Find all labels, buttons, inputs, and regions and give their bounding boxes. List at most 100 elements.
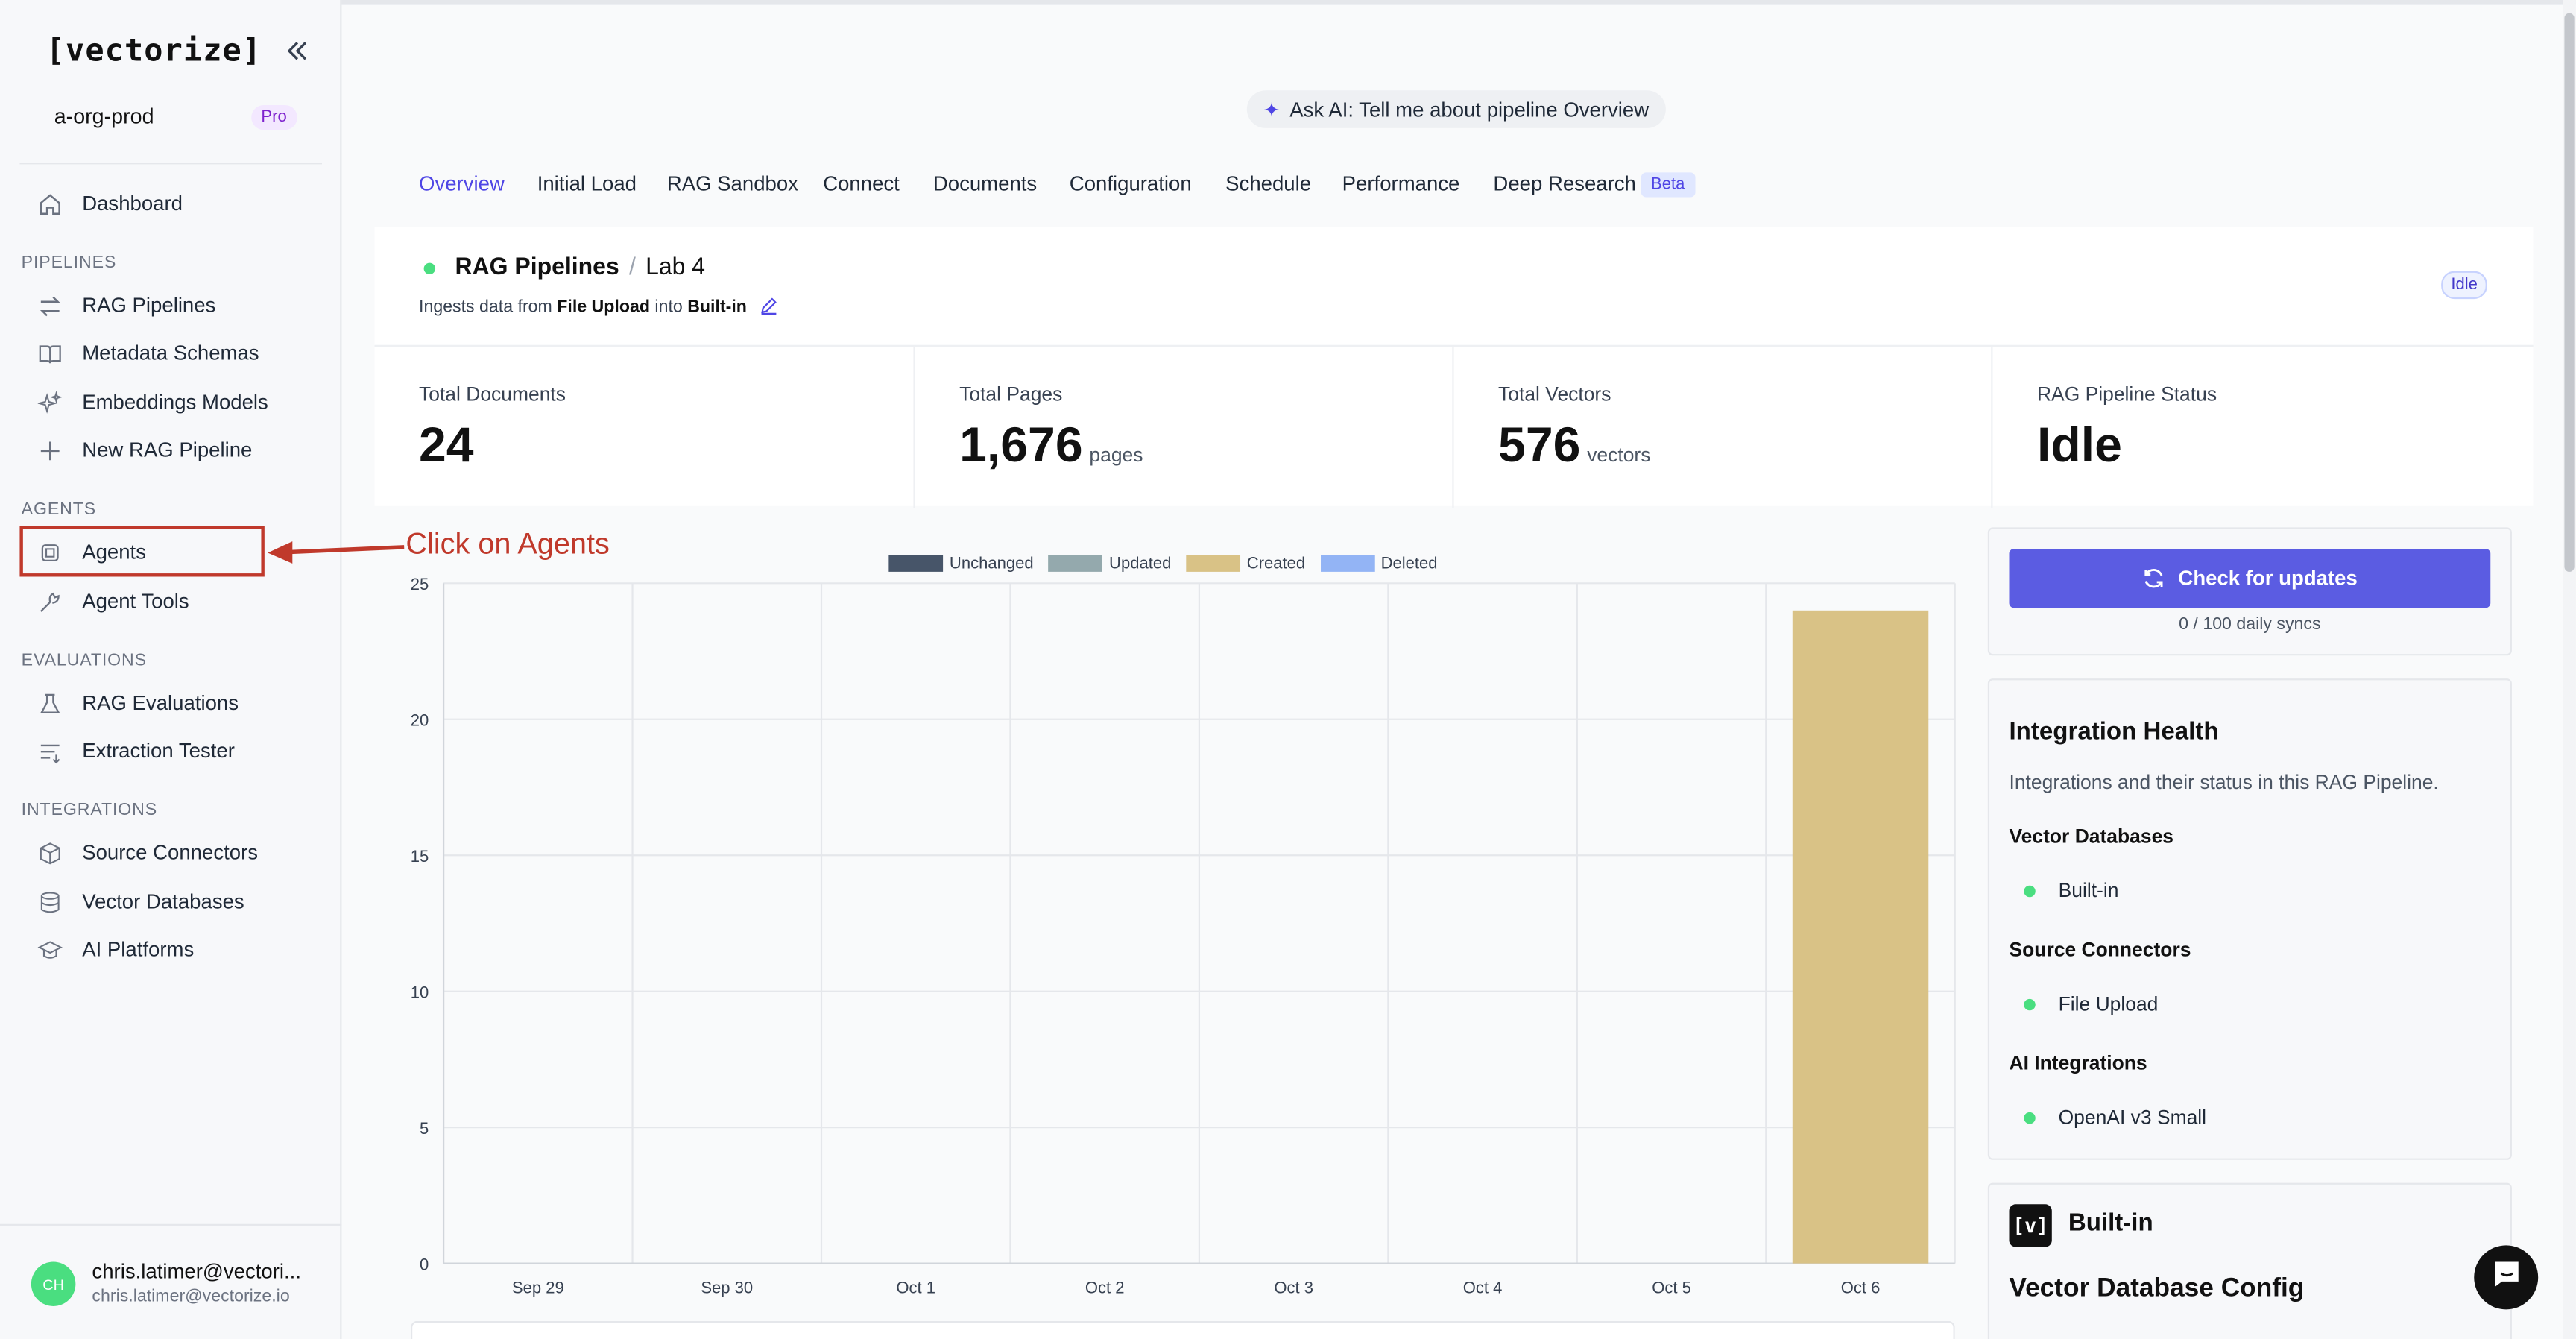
group-heading-ai-integrations: AI Integrations — [2009, 1051, 2147, 1075]
graduation-cap-icon — [36, 936, 62, 962]
integration-health-panel — [1987, 678, 2512, 1160]
next-card-edge — [411, 1320, 1955, 1339]
breadcrumb: RAG Pipelines / Lab 4 — [455, 255, 706, 281]
y-tick-label: 20 — [411, 711, 429, 730]
plan-badge: Pro — [251, 105, 297, 130]
scrollbar-thumb[interactable] — [2564, 13, 2575, 572]
breadcrumb-separator: / — [628, 254, 636, 281]
sidebar-item-extraction-tester[interactable]: Extraction Tester — [19, 728, 322, 774]
sidebar-item-agent-tools[interactable]: Agent Tools — [19, 579, 322, 625]
sidebar-item-dashboard[interactable]: Dashboard — [19, 180, 322, 227]
sparkle-icon: ✦ — [1263, 98, 1281, 121]
integration-item-openai: OpenAI v3 Small — [2024, 1106, 2206, 1129]
tab-initial-load[interactable]: Initial Load — [537, 172, 637, 195]
tab-deep-research[interactable]: Deep Research — [1493, 172, 1635, 195]
collapse-sidebar-icon[interactable] — [282, 36, 312, 66]
builtin-title: Built-in — [2068, 1209, 2153, 1238]
check-for-updates-label: Check for updates — [2178, 567, 2358, 590]
sidebar-item-label: Vector Databases — [82, 890, 244, 914]
x-tick-label: Oct 6 — [1841, 1278, 1881, 1297]
integration-item-label: Built-in — [2058, 878, 2119, 902]
ask-ai-button[interactable]: ✦ Ask AI: Tell me about pipeline Overvie… — [1246, 90, 1666, 128]
home-icon — [36, 191, 62, 217]
database-icon — [36, 889, 62, 915]
ingests-source: File Upload — [557, 297, 650, 318]
ingests-mid: into — [654, 297, 683, 318]
sidebar-item-label: Metadata Schemas — [82, 341, 259, 365]
chat-support-button[interactable] — [2474, 1245, 2539, 1310]
y-tick-label: 25 — [411, 575, 429, 593]
x-tick-label: Sep 30 — [701, 1278, 753, 1297]
sidebar-item-label: AI Platforms — [82, 938, 195, 962]
stat-unit: vectors — [1587, 443, 1651, 467]
tab-documents[interactable]: Documents — [933, 172, 1037, 195]
x-tick-label: Oct 3 — [1274, 1278, 1313, 1297]
refresh-icon — [2142, 567, 2165, 590]
x-tick-label: Oct 5 — [1652, 1278, 1691, 1297]
chat-icon — [2490, 1257, 2522, 1298]
stat-number: 576 — [1498, 418, 1581, 473]
sidebar-item-metadata-schemas[interactable]: Metadata Schemas — [19, 330, 322, 377]
check-for-updates-button[interactable]: Check for updates — [2009, 549, 2491, 608]
section-integrations: INTEGRATIONS — [21, 800, 158, 820]
annotation-text: Click on Agents — [405, 527, 610, 561]
sidebar-item-label: Agent Tools — [82, 590, 189, 613]
vectorize-logo[interactable]: [vectorize] — [46, 33, 262, 69]
sparkles-icon — [36, 389, 62, 415]
breadcrumb-current: Lab 4 — [645, 254, 706, 281]
stats-row: Total Documents 24 Total Pages 1,676 page… — [374, 344, 2534, 508]
sidebar-item-label: RAG Evaluations — [82, 691, 239, 715]
ask-ai-label: Ask AI: Tell me about pipeline Overview — [1289, 98, 1650, 121]
wrench-icon — [36, 588, 62, 614]
integration-health-title: Integration Health — [2009, 718, 2219, 746]
stat-number: 24 — [419, 418, 474, 473]
user-email: chris.latimer@vectorize.io — [92, 1286, 290, 1306]
tab-configuration[interactable]: Configuration — [1070, 172, 1192, 195]
builtin-panel — [1987, 1182, 2512, 1339]
tab-rag-sandbox[interactable]: RAG Sandbox — [667, 172, 798, 195]
status-badge: Idle — [2441, 271, 2488, 300]
tab-schedule[interactable]: Schedule — [1225, 172, 1311, 195]
stat-total-documents: Total Documents 24 — [375, 346, 915, 508]
tab-performance[interactable]: Performance — [1342, 172, 1460, 195]
integration-item-label: File Upload — [2058, 992, 2159, 1015]
org-name[interactable]: a-org-prod — [54, 104, 154, 128]
y-tick-label: 10 — [411, 983, 429, 1002]
top-border — [341, 0, 2576, 5]
tab-overview[interactable]: Overview — [419, 172, 505, 195]
user-menu[interactable]: CH chris.latimer@vectori... chris.latime… — [0, 1223, 342, 1339]
plus-icon — [36, 437, 62, 463]
sidebar-item-new-rag-pipeline[interactable]: New RAG Pipeline — [19, 427, 322, 473]
sidebar-item-label: Embeddings Models — [82, 391, 268, 415]
vectorize-v-logo: [v] — [2009, 1204, 2052, 1247]
filter-lines-icon — [36, 737, 62, 763]
sidebar-item-ai-platforms[interactable]: AI Platforms — [19, 927, 322, 973]
sidebar-item-rag-evaluations[interactable]: RAG Evaluations — [19, 680, 322, 726]
x-tick-label: Oct 4 — [1463, 1278, 1503, 1297]
sidebar-item-label: RAG Pipelines — [82, 294, 216, 318]
stat-label: Total Pages — [959, 382, 1063, 406]
book-icon — [36, 340, 62, 366]
tab-connect[interactable]: Connect — [823, 172, 900, 195]
divider — [19, 163, 322, 165]
avatar: CH — [31, 1261, 76, 1306]
sidebar-item-label: Extraction Tester — [82, 739, 235, 763]
breadcrumb-root[interactable]: RAG Pipelines — [455, 255, 619, 281]
sidebar-item-vector-databases[interactable]: Vector Databases — [19, 879, 322, 925]
sidebar-item-source-connectors[interactable]: Source Connectors — [19, 830, 322, 876]
stat-label: Total Documents — [419, 382, 566, 406]
sidebar-item-rag-pipelines[interactable]: RAG Pipelines — [19, 283, 322, 329]
stat-number: Idle — [2036, 418, 2122, 473]
agents-highlight-box — [19, 526, 265, 577]
x-tick-label: Sep 29 — [512, 1278, 564, 1297]
stat-value: Idle — [2037, 419, 2122, 475]
stat-total-vectors: Total Vectors 576 vectors — [1454, 346, 1993, 508]
arrows-swap-icon — [36, 292, 62, 318]
ingests-prefix: Ingests data from — [419, 297, 552, 318]
daily-syncs-count: 0 / 100 daily syncs — [2179, 614, 2321, 634]
group-heading-source-connectors: Source Connectors — [2009, 938, 2191, 962]
sidebar-item-label: Source Connectors — [82, 841, 259, 865]
sidebar-item-embeddings-models[interactable]: Embeddings Models — [19, 379, 322, 426]
x-tick-label: Oct 2 — [1085, 1278, 1125, 1297]
edit-icon[interactable] — [758, 296, 777, 321]
